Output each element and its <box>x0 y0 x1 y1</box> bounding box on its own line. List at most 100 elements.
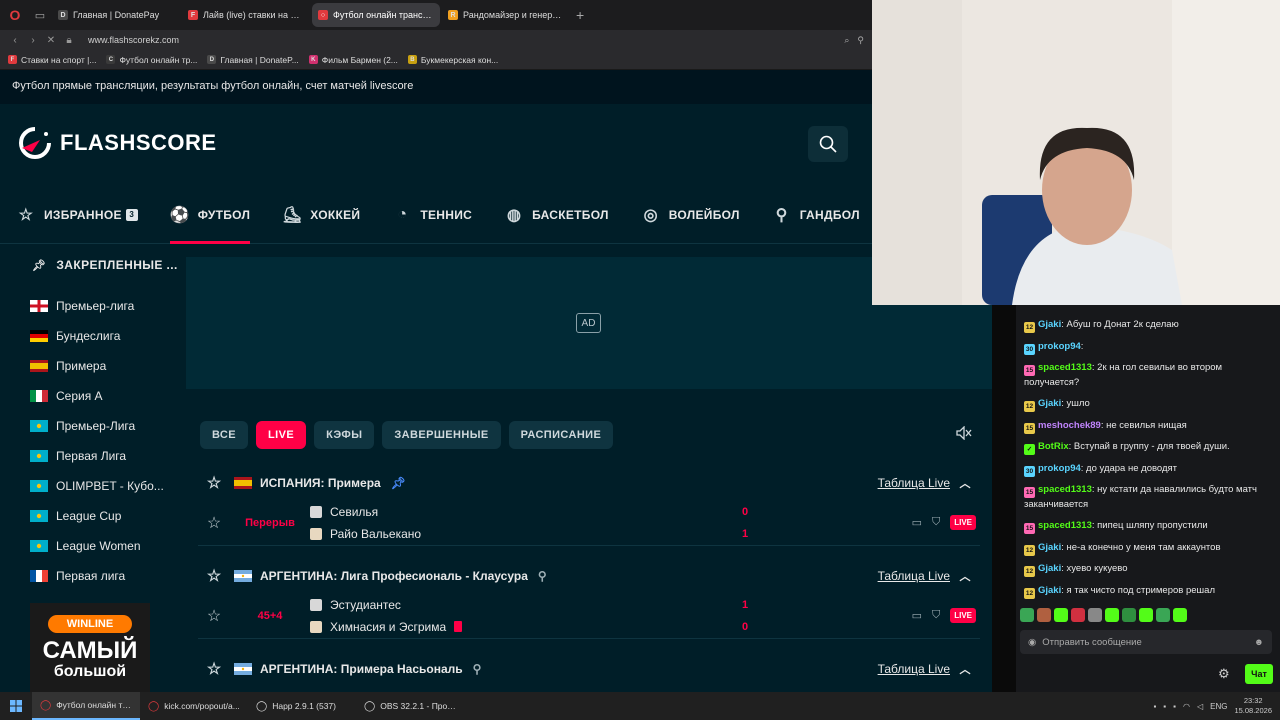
chat-username[interactable]: Gjaki <box>1038 398 1061 409</box>
browser-tab[interactable]: R Рандомайзер и генератор <box>442 3 570 27</box>
bookmark-item[interactable]: B Букмекерская кон... <box>407 55 498 65</box>
chat-settings-icon[interactable]: ⚙ <box>1218 666 1230 682</box>
match-row[interactable]: ☆ Перерыв Севилья Райо Вальекано 0 1 ▭ ⛉ LIVE <box>198 500 980 546</box>
chat-username[interactable]: meshochek89 <box>1038 420 1101 431</box>
pin-league-icon[interactable]: ⚲ <box>473 662 482 676</box>
new-tab-button[interactable]: + <box>576 7 584 23</box>
emote-icon[interactable] <box>1156 608 1170 622</box>
bookmark-item[interactable]: D Главная | DonateP... <box>207 55 299 65</box>
favorite-star-icon[interactable]: ☆ <box>198 473 230 493</box>
favorite-star-icon[interactable]: ☆ <box>198 566 230 586</box>
filter-button-2[interactable]: LIVE <box>256 421 307 449</box>
browser-tab[interactable]: F Лайв (live) ставки на Футб <box>182 3 310 27</box>
opera-logo-icon[interactable]: O <box>0 0 30 30</box>
chat-username[interactable]: BotRix <box>1038 441 1069 452</box>
pin-league-icon[interactable]: 📌︎ <box>391 476 406 490</box>
taskbar-app[interactable]: ◯ kick.com/popout/a... <box>140 692 248 720</box>
sport-tab-7[interactable]: ⚲ ГАНДБОЛ <box>756 186 876 244</box>
live-badge[interactable]: LIVE <box>950 515 976 530</box>
sport-tab-5[interactable]: ◍ БАСКЕТБОЛ <box>488 186 625 244</box>
bookmark-item[interactable]: F Ставки на спорт |... <box>8 55 96 65</box>
chat-input[interactable]: ◉ Отправить сообщение ☻ <box>1020 630 1272 654</box>
collapse-chevron-icon[interactable]: ︿ <box>950 661 980 677</box>
emote-icon[interactable] <box>1054 608 1068 622</box>
sidebar-league-item[interactable]: Первая лига <box>30 569 125 583</box>
emote-icon[interactable] <box>1071 608 1085 622</box>
search-button[interactable] <box>808 126 848 162</box>
sport-tab-2[interactable]: ⚽ ФУТБОЛ <box>154 186 266 244</box>
bookmark-item[interactable]: K Фильм Бармен (2... <box>308 55 398 65</box>
sidebar-league-item[interactable]: Первая Лига <box>30 449 126 463</box>
favorite-star-icon[interactable]: ☆ <box>198 659 230 679</box>
favorite-star-icon[interactable]: ☆ <box>198 513 230 533</box>
chat-username[interactable]: prokop94 <box>1038 341 1081 352</box>
emote-icon[interactable] <box>1088 608 1102 622</box>
live-table-link[interactable]: Таблица Live <box>878 569 950 583</box>
taskbar-app[interactable]: ◯ Футбол онлайн тр... <box>32 692 140 720</box>
tab-menu-icon[interactable]: ▭ <box>30 9 50 22</box>
back-icon[interactable]: ‹ <box>6 35 24 46</box>
wifi-icon[interactable]: ◠ <box>1183 702 1190 711</box>
filter-button-5[interactable]: РАСПИСАНИЕ <box>508 421 614 449</box>
zoom-icon[interactable]: ⌕ <box>844 35 849 46</box>
pin-league-icon[interactable]: ⚲ <box>538 569 547 583</box>
sidebar-league-item[interactable]: Премьер-Лига <box>30 419 135 433</box>
sidebar-league-item[interactable]: League Cup <box>30 509 121 523</box>
tray-icon[interactable]: ▪ <box>1173 702 1176 711</box>
emote-icon[interactable] <box>1105 608 1119 622</box>
chat-username[interactable]: spaced1313 <box>1038 484 1092 495</box>
filter-button-4[interactable]: ЗАВЕРШЕННЫЕ <box>382 421 501 449</box>
sidebar-league-item[interactable]: Примера <box>30 359 106 373</box>
favorite-star-icon[interactable]: ☆ <box>198 606 230 626</box>
emote-icon[interactable] <box>1122 608 1136 622</box>
chat-username[interactable]: Gjaki <box>1038 319 1061 330</box>
emote-icon[interactable] <box>1139 608 1153 622</box>
emote-icon[interactable] <box>1173 608 1187 622</box>
flashscore-logo[interactable]: FLASHSCORE <box>18 126 217 160</box>
filter-button-3[interactable]: КЭФЫ <box>314 421 375 449</box>
tray-icon[interactable]: ▪ <box>1163 702 1166 711</box>
bookmark-icon[interactable]: ⚲ <box>857 35 864 46</box>
chat-username[interactable]: prokop94 <box>1038 463 1081 474</box>
filter-button-1[interactable]: ВСЕ <box>200 421 249 449</box>
chat-user-icon[interactable]: ◉ <box>1028 637 1036 648</box>
sidebar-league-item[interactable]: Серия А <box>30 389 103 403</box>
language-indicator[interactable]: ENG <box>1210 702 1227 711</box>
tray-icon[interactable]: ▪ <box>1153 702 1156 711</box>
sidebar-league-item[interactable]: Бундеслига <box>30 329 120 343</box>
bookmark-item[interactable]: C Футбол онлайн тр... <box>106 55 197 65</box>
lineup-shirt-icon[interactable]: ⛉ <box>932 609 940 622</box>
league-name[interactable]: АРГЕНТИНА: Лига Професиональ - Клаусура <box>260 569 528 583</box>
mute-sound-icon[interactable] <box>956 425 976 444</box>
sport-tab-3[interactable]: ⛸ ХОККЕЙ <box>266 186 376 244</box>
tv-icon[interactable]: ▭ <box>912 516 922 529</box>
close-loading-icon[interactable]: ✕ <box>42 35 60 46</box>
sidebar-league-item[interactable]: Премьер-лига <box>30 299 134 313</box>
chat-username[interactable]: Gjaki <box>1038 563 1061 574</box>
taskbar-app[interactable]: ◯ Happ 2.9.1 (537) <box>248 692 356 720</box>
emoji-icon[interactable]: ☻ <box>1254 637 1264 648</box>
live-badge[interactable]: LIVE <box>950 608 976 623</box>
league-name[interactable]: АРГЕНТИНА: Примера Насьональ <box>260 662 463 676</box>
sport-tab-6[interactable]: ◎ ВОЛЕЙБОЛ <box>625 186 756 244</box>
live-table-link[interactable]: Таблица Live <box>878 662 950 676</box>
clock[interactable]: 23:32 15.08.2026 <box>1234 696 1272 716</box>
winline-promo-banner[interactable]: WINLINE САМЫЙ большой <box>30 603 150 692</box>
browser-tab[interactable]: ○ Футбол онлайн трансляц <box>312 3 440 27</box>
volume-icon[interactable]: ◁ <box>1197 702 1203 711</box>
taskbar-app[interactable]: ◯ OBS 32.2.1 - Проф... <box>356 692 464 720</box>
url-field[interactable]: www.flashscorekz.com <box>88 35 179 45</box>
sport-tab-1[interactable]: ☆ ИЗБРАННОЕ 3 <box>0 186 154 244</box>
league-name[interactable]: ИСПАНИЯ: Примера <box>260 476 381 490</box>
chat-username[interactable]: spaced1313 <box>1038 362 1092 373</box>
forward-icon[interactable]: › <box>24 35 42 46</box>
collapse-chevron-icon[interactable]: ︿ <box>950 568 980 584</box>
start-button[interactable] <box>0 692 32 720</box>
lineup-shirt-icon[interactable]: ⛉ <box>932 516 940 529</box>
sidebar-league-item[interactable]: League Women <box>30 539 141 553</box>
chat-send-button[interactable]: Чат <box>1245 664 1273 684</box>
collapse-chevron-icon[interactable]: ︿ <box>950 475 980 491</box>
chat-username[interactable]: Gjaki <box>1038 585 1061 596</box>
match-row[interactable]: ☆ 45+4 Эстудиантес Химнасия и Эсгрима 1 0 ▭ ⛉ LI… <box>198 593 980 639</box>
sport-tab-4[interactable]: ◔ ТЕННИС <box>376 186 488 244</box>
